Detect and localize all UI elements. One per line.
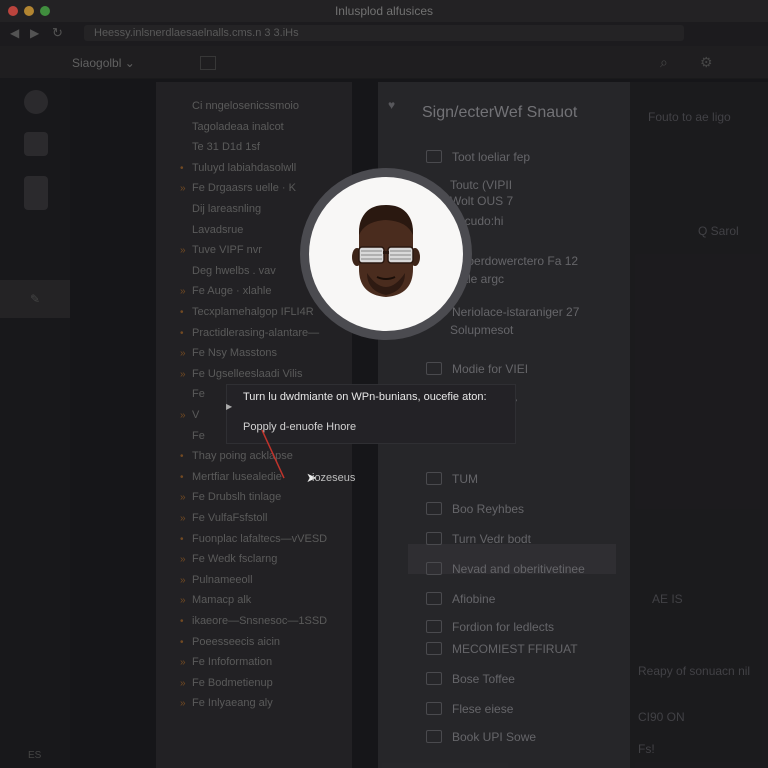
cursor-label: iozeseus [312,472,356,484]
pointer-line [261,429,285,479]
